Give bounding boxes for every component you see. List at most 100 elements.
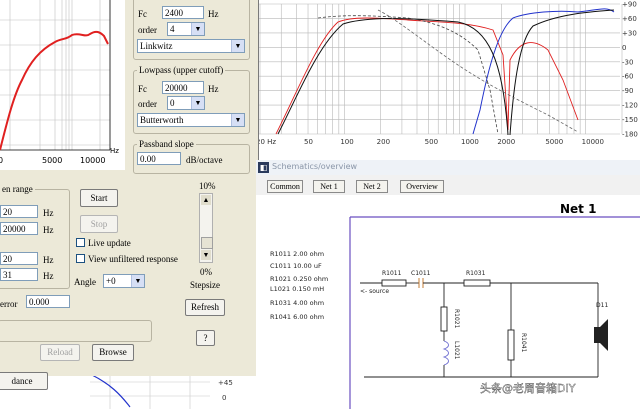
view-unfiltered-checkbox[interactable] [76,254,85,263]
range-group-title: en range [0,184,35,194]
x-tick-label: 1000 [461,138,479,146]
start-button[interactable]: Start [80,189,118,207]
schematic-titlebar: ◧ Schematics/overview [256,160,640,176]
lowpass-order-value: 0 [170,98,175,108]
resistor-r1031 [463,279,491,287]
range3-input[interactable]: 20 [0,252,38,265]
chevron-down-icon[interactable]: ▼ [201,250,211,260]
passband-group-title: Passband slope [137,139,196,149]
live-update-label: Live update [88,238,131,248]
reload-button[interactable]: Reload [40,344,80,361]
impedance-curve [91,374,131,408]
resistor-r1041 [507,329,515,361]
passband-slope-unit: dB/octave [186,155,223,165]
chevron-up-icon[interactable]: ▲ [201,195,211,205]
chevron-down-icon[interactable]: ▼ [131,275,144,287]
small-response-plot: 0 5000 10000 Hz [0,0,125,170]
lowpass-order-select[interactable]: 0 ▼ [167,96,205,110]
stepsize-slider[interactable]: ▲ ▼ [199,193,213,263]
inductor-l1021 [442,340,449,366]
angle-value: +0 [106,276,116,286]
tab-common[interactable]: Common [267,180,303,193]
filter-dialog: 0 5000 10000 Hz Fc 2400 Hz order 4 ▼ Lin… [0,0,259,390]
lowpass-type-select[interactable]: Butterworth ▼ [137,113,245,127]
phase-curve-dashed-2 [317,15,499,135]
lowpass-fc-label: Fc [138,84,147,94]
schematic-canvas: Net 1 R1011 2.00 ohm C1011 10.00 uF R102… [256,195,640,409]
impedance-y-tick: +45 [218,379,233,387]
tab-net-2[interactable]: Net 2 [356,180,388,193]
component-c1011: C1011 10.00 uF [270,262,322,270]
label-d11: D11 [596,302,608,309]
schematic-svg: Net 1 R1011 2.00 ohm C1011 10.00 uF R102… [270,202,640,409]
x-tick-label: 20 Hz [258,138,276,146]
angle-label: Angle [74,277,96,287]
x-tick-label: 50 [304,138,313,146]
range-end-unit: Hz [43,225,54,235]
chevron-down-icon[interactable]: ▼ [191,23,204,35]
y-tick-label: 0 [622,44,626,52]
net-title: Net 1 [560,202,596,216]
help-button[interactable]: ? [196,330,215,346]
source-label: <- source [360,288,389,295]
y-tick-label: -120 [622,102,638,110]
phase-curve-dashed [377,9,579,133]
y-tick-label: -150 [622,116,638,124]
y-tick-label: -30 [622,58,633,66]
live-update-checkbox[interactable] [76,238,85,247]
highpass-order-select[interactable]: 4 ▼ [167,22,205,36]
view-unfiltered-label: View unfiltered response [88,254,178,264]
error-input[interactable]: 0.000 [26,295,70,308]
highpass-order-label: order [138,25,157,35]
label-c1011: C1011 [411,270,431,277]
schematic-tabbar: Common Net 1 Net 2 Overview [256,175,640,195]
highpass-type-select[interactable]: Linkwitz ▼ [137,39,245,53]
stepsize-top-label: 10% [199,181,216,191]
tab-overview[interactable]: Overview [400,180,444,193]
range-end-input[interactable]: 20000 [0,222,38,235]
impedance-button[interactable]: dance [0,372,48,390]
small-x-tick: 5000 [42,156,62,165]
frequency-response-svg: +90 +60 +30 0 -30 -60 -90 -120 -150 -180 20 Hz 50 1… [256,1,638,147]
chevron-down-icon[interactable]: ▼ [231,114,244,126]
component-r1011: R1011 2.00 ohm [270,250,324,258]
range3-unit: Hz [43,255,54,265]
refresh-button[interactable]: Refresh [185,299,225,316]
component-r1021: R1021 0.250 ohm [270,275,328,283]
lowpass-fc-input[interactable]: 20000 [162,81,204,94]
highpass-type-value: Linkwitz [140,41,173,51]
label-r1021: R1021 [453,309,460,329]
x-tick-label: 10000 [582,138,604,146]
highpass-order-value: 4 [170,24,175,34]
chevron-down-icon[interactable]: ▼ [191,97,204,109]
schematic-window-title: Schematics/overview [272,162,358,171]
stop-button[interactable]: Stop [80,215,118,233]
resistor-r1021 [440,306,448,332]
lowpass-group-title: Lowpass (upper cutoff) [137,65,226,75]
stepsize-thumb[interactable] [201,237,213,249]
small-x-unit: Hz [110,147,119,155]
y-tick-label: -90 [622,87,633,95]
highpass-fc-label: Fc [138,9,147,19]
angle-select[interactable]: +0 ▼ [103,274,145,288]
component-r1041: R1041 6.00 ohm [270,313,324,321]
lowpass-type-value: Butterworth [140,115,184,125]
label-r1011: R1011 [382,270,402,277]
y-tick-label: +60 [622,15,637,23]
range4-input[interactable]: 31 [0,268,38,281]
response-curve-blue [472,8,615,135]
small-x-tick: 10000 [80,156,105,165]
file-path-box[interactable] [0,320,152,342]
resistor-r1011 [381,279,407,287]
watermark-text: 头条@老周音箱DIY [480,381,576,395]
highpass-fc-input[interactable]: 2400 [162,6,204,19]
tab-net-1[interactable]: Net 1 [313,180,345,193]
y-tick-label: +30 [622,29,637,37]
chevron-down-icon[interactable]: ▼ [231,40,244,52]
x-tick-label: 200 [377,138,390,146]
range-start-input[interactable]: 20 [0,205,38,218]
passband-slope-input[interactable]: 0.00 [137,152,181,165]
label-r1031: R1031 [466,270,486,277]
component-r1031: R1031 4.00 ohm [270,299,324,307]
browse-button[interactable]: Browse [92,344,134,361]
